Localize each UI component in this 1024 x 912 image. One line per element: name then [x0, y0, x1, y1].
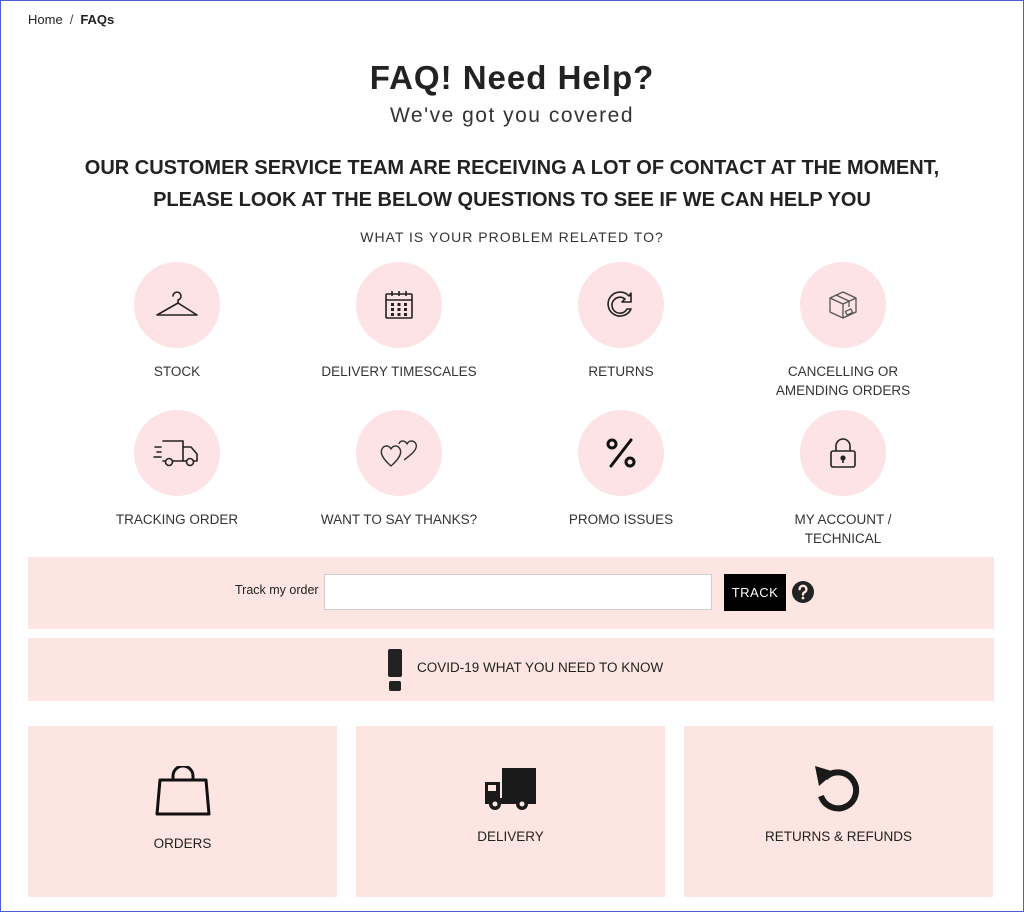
category-prompt: WHAT IS YOUR PROBLEM RELATED TO?: [360, 229, 664, 245]
faq-page: Home / FAQs FAQ! Need Help? We've got you …: [1, 1, 1023, 911]
breadcrumb-home-link[interactable]: Home: [28, 12, 63, 27]
track-order-bar: Track my order TRACK: [28, 557, 994, 629]
undo-icon: [814, 766, 859, 812]
category-say-thanks-circle: [356, 410, 442, 496]
category-stock-circle: [134, 262, 220, 348]
category-label: RETURNS: [588, 364, 654, 379]
hearts-icon: [380, 440, 418, 467]
breadcrumb-current: FAQs: [80, 12, 115, 27]
lock-icon: [830, 438, 856, 468]
calendar-icon: [385, 291, 413, 319]
return-arrow-icon: [607, 291, 632, 317]
category-promo-issues-circle: [578, 410, 664, 496]
category-label: PROMO ISSUES: [568, 512, 674, 527]
track-order-label: Track my order: [235, 583, 319, 597]
category-label: DELIVERY TIMESCALES: [321, 364, 477, 379]
question-icon[interactable]: [791, 580, 815, 604]
category-stock[interactable]: STOCK: [77, 262, 277, 381]
category-delivery-timescales[interactable]: DELIVERY TIMESCALES: [299, 262, 499, 381]
category-label-line-1: MY ACCOUNT /: [794, 512, 892, 527]
category-label-line-1: CANCELLING OR: [787, 364, 899, 379]
exclamation-icon: [388, 649, 402, 691]
category-label: MY ACCOUNT / TECHNICAL: [743, 510, 943, 548]
tile-returns-refunds-label: RETURNS & REFUNDS: [764, 829, 912, 844]
category-promo-issues[interactable]: PROMO ISSUES: [521, 410, 721, 529]
category-label: WANT TO SAY THANKS?: [320, 512, 478, 527]
breadcrumb: Home / FAQs: [28, 12, 114, 27]
service-notice: OUR CUSTOMER SERVICE TEAM ARE RECEIVING …: [1, 152, 1023, 216]
page-subtitle: We've got you covered: [389, 104, 635, 127]
category-tracking-order-circle: [134, 410, 220, 496]
page-title: FAQ! Need Help?: [369, 59, 655, 96]
tile-orders[interactable]: ORDERS: [28, 726, 337, 897]
box-icon: [829, 291, 857, 319]
category-my-account[interactable]: MY ACCOUNT / TECHNICAL: [743, 410, 943, 548]
delivery-truck-icon: [153, 440, 198, 467]
service-notice-line-2: PLEASE LOOK AT THE BELOW QUESTIONS TO SE…: [153, 189, 871, 211]
covid-info-bar[interactable]: COVID-19 WHAT YOU NEED TO KNOW: [28, 638, 994, 701]
category-tracking-order[interactable]: TRACKING ORDER: [77, 410, 277, 529]
covid-info-text: COVID-19 WHAT YOU NEED TO KNOW: [417, 660, 664, 675]
category-label-line-2: TECHNICAL: [804, 531, 882, 546]
category-label: TRACKING ORDER: [115, 512, 239, 527]
hanger-icon: [156, 291, 198, 316]
category-my-account-circle: [800, 410, 886, 496]
track-button[interactable]: TRACK: [724, 574, 786, 611]
category-returns-circle: [578, 262, 664, 348]
tile-returns-refunds[interactable]: RETURNS & REFUNDS: [684, 726, 993, 897]
tile-delivery-label: DELIVERY: [477, 829, 544, 844]
category-returns[interactable]: RETURNS: [521, 262, 721, 381]
category-cancelling-amending-circle: [800, 262, 886, 348]
category-label: CANCELLING OR AMENDING ORDERS: [743, 362, 943, 400]
shopping-bag-icon: [155, 766, 210, 816]
category-label-line-2: AMENDING ORDERS: [775, 383, 911, 398]
service-notice-line-1: OUR CUSTOMER SERVICE TEAM ARE RECEIVING …: [84, 157, 940, 179]
percent-icon: [606, 438, 636, 468]
breadcrumb-separator: /: [69, 12, 74, 27]
tile-delivery[interactable]: DELIVERY: [356, 726, 665, 897]
category-delivery-timescales-circle: [356, 262, 442, 348]
category-label: STOCK: [153, 364, 201, 379]
truck-icon: [484, 768, 536, 810]
track-order-input[interactable]: [324, 574, 712, 610]
tile-orders-label: ORDERS: [153, 836, 212, 851]
category-cancelling-amending[interactable]: CANCELLING OR AMENDING ORDERS: [743, 262, 943, 400]
category-say-thanks[interactable]: WANT TO SAY THANKS?: [299, 410, 499, 529]
